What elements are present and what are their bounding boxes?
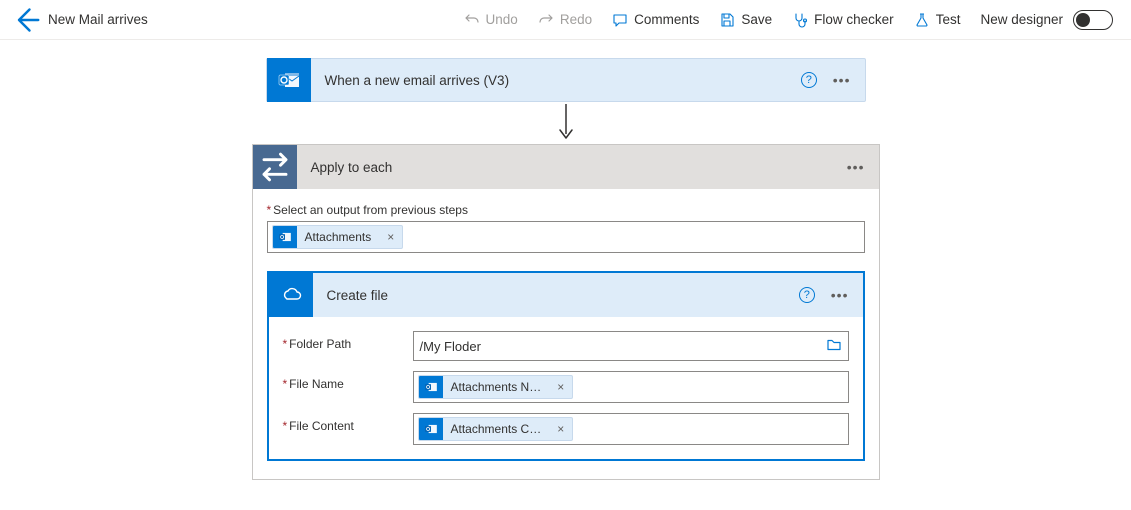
file-content-label: *File Content <box>283 413 413 433</box>
folder-path-input[interactable]: /My Floder <box>413 331 849 361</box>
folder-path-label: *Folder Path <box>283 331 413 351</box>
folder-path-value: /My Floder <box>420 339 481 354</box>
create-file-card: Create file ? ••• *Folder Path /My Flode… <box>267 271 865 461</box>
create-file-menu[interactable]: ••• <box>831 288 849 302</box>
redo-icon <box>538 12 554 28</box>
trigger-card[interactable]: When a new email arrives (V3) ? ••• <box>266 58 866 102</box>
create-file-help-icon[interactable]: ? <box>799 287 815 303</box>
outlook-token-icon <box>419 375 443 399</box>
folder-picker-icon[interactable] <box>826 337 842 356</box>
apply-to-each-title: Apply to each <box>297 160 847 175</box>
outlook-token-icon <box>419 417 443 441</box>
filecontent-token[interactable]: Attachments C… × <box>418 417 574 441</box>
redo-button[interactable]: Redo <box>532 8 598 32</box>
comment-icon <box>612 12 628 28</box>
flow-canvas: When a new email arrives (V3) ? ••• Appl… <box>0 40 1131 510</box>
back-button[interactable] <box>12 6 40 34</box>
create-file-header[interactable]: Create file ? ••• <box>269 273 863 317</box>
test-button[interactable]: Test <box>908 8 967 32</box>
undo-label: Undo <box>486 12 518 27</box>
newdesigner-toggle[interactable] <box>1073 10 1113 30</box>
flowchecker-button[interactable]: Flow checker <box>786 8 900 32</box>
undo-button[interactable]: Undo <box>458 8 524 32</box>
onedrive-icon <box>269 273 313 317</box>
attachments-token[interactable]: Attachments × <box>272 225 404 249</box>
apply-to-each-container: Apply to each ••• *Select an output from… <box>252 144 880 480</box>
back-arrow-icon <box>12 6 40 34</box>
redo-label: Redo <box>560 12 592 27</box>
flask-icon <box>914 12 930 28</box>
filename-token-remove[interactable]: × <box>549 380 572 394</box>
connector-arrow <box>266 102 866 144</box>
filename-token-label: Attachments N… <box>443 380 550 394</box>
save-button[interactable]: Save <box>713 8 778 32</box>
filecontent-token-label: Attachments C… <box>443 422 550 436</box>
attachments-token-remove[interactable]: × <box>379 230 402 244</box>
create-file-title: Create file <box>313 288 799 303</box>
save-icon <box>719 12 735 28</box>
loop-icon <box>253 145 297 189</box>
filename-token[interactable]: Attachments N… × <box>418 375 574 399</box>
undo-icon <box>464 12 480 28</box>
file-content-input[interactable]: Attachments C… × <box>413 413 849 445</box>
stethoscope-icon <box>792 12 808 28</box>
apply-to-each-header[interactable]: Apply to each ••• <box>253 145 879 189</box>
trigger-menu[interactable]: ••• <box>833 73 851 87</box>
filecontent-token-remove[interactable]: × <box>549 422 572 436</box>
attachments-token-label: Attachments <box>297 230 380 244</box>
newdesigner-toggle-group: New designer <box>974 6 1119 34</box>
comments-label: Comments <box>634 12 699 27</box>
comments-button[interactable]: Comments <box>606 8 705 32</box>
trigger-title: When a new email arrives (V3) <box>311 73 801 88</box>
file-name-label: *File Name <box>283 371 413 391</box>
header-bar: New Mail arrives Undo Redo Comments Save… <box>0 0 1131 40</box>
page-title: New Mail arrives <box>48 12 148 27</box>
newdesigner-label: New designer <box>980 12 1063 27</box>
outlook-token-icon <box>273 225 297 249</box>
test-label: Test <box>936 12 961 27</box>
file-name-input[interactable]: Attachments N… × <box>413 371 849 403</box>
save-label: Save <box>741 12 772 27</box>
flowchecker-label: Flow checker <box>814 12 894 27</box>
select-output-field[interactable]: Attachments × <box>267 221 865 253</box>
outlook-icon <box>267 58 311 102</box>
help-icon[interactable]: ? <box>801 72 817 88</box>
apply-to-each-menu[interactable]: ••• <box>847 160 865 174</box>
select-output-label: *Select an output from previous steps <box>267 203 865 217</box>
